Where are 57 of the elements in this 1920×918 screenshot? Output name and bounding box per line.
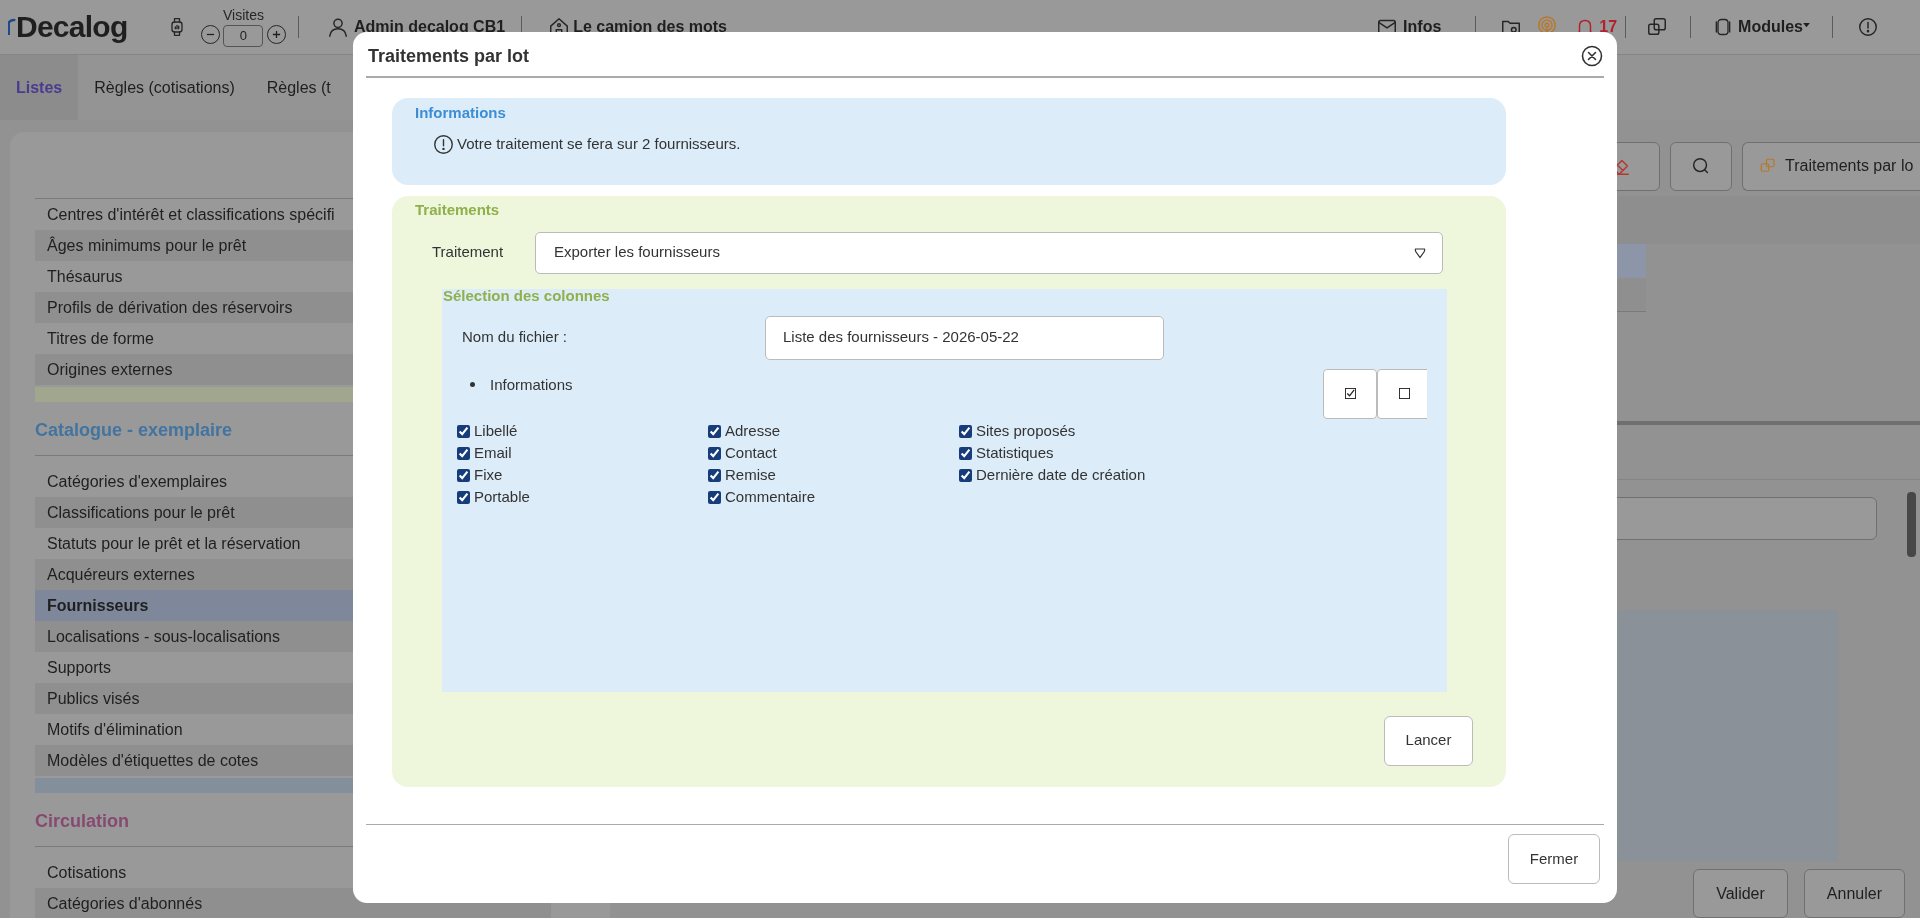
checkbox-label: Remise [725,465,776,486]
checkbox[interactable] [959,447,972,460]
checkbox[interactable] [959,425,972,438]
section-heading: Catalogue - exemplaire [35,419,233,442]
checkbox-label: Email [474,443,512,464]
panel-title: Informations [415,104,506,121]
checkbox-label: Fixe [474,465,503,486]
logo: Decalog [16,12,128,42]
checkbox-label: Libellé [474,421,518,442]
plus-icon [272,29,281,39]
close-icon[interactable] [1580,44,1604,68]
footer-button[interactable]: Annuler [1803,869,1905,918]
checkbox-label: Sites proposés [976,421,1076,442]
checkbox[interactable] [457,491,470,504]
user-icon[interactable] [327,16,349,38]
checkbox[interactable] [708,425,721,438]
check-all-button[interactable] [1323,368,1377,419]
tab[interactable]: Règles (t [250,55,347,120]
checkbox-label: Dernière date de création [976,465,1146,486]
search-button[interactable] [1670,142,1732,191]
bullet-icon [470,382,475,388]
modules-menu[interactable]: Modules [1738,15,1810,39]
checkbox-label: Statistiques [976,443,1054,464]
batch-button[interactable]: Traitements par lo [1742,142,1920,191]
filename-field[interactable]: Liste des fournisseurs - 2026-05-22 [765,315,1164,360]
checkbox[interactable] [708,447,721,460]
checkbox[interactable] [457,425,470,438]
tab[interactable]: Règles (cotisations) [78,55,251,120]
visits-label: Visites [223,7,264,22]
visits-counter[interactable]: 0 [223,24,264,47]
uncheck-all-button[interactable] [1377,368,1427,419]
treatment-select[interactable]: Exporter les fournisseurs [535,231,1443,274]
checkbox-label: Commentaire [725,487,816,508]
empty-box-icon [1398,388,1410,399]
checkbox-label: Adresse [725,421,781,442]
checkbox[interactable] [959,469,972,482]
checked-box-icon [1344,388,1356,399]
info-message: Votre traitement se fera sur 2 fournisseurs. [457,134,741,154]
section-heading: Circulation [35,810,129,833]
checkbox[interactable] [708,469,721,482]
scrollbar-thumb[interactable] [1907,492,1916,557]
field-label: Traitement [432,242,505,263]
checkbox[interactable] [457,469,470,482]
checkbox-label: Contact [725,443,777,464]
close-button[interactable]: Fermer [1508,834,1600,884]
panel-title: Traitements [415,200,501,220]
info-icon[interactable] [1857,16,1879,38]
copy-icon[interactable] [1646,16,1669,38]
run-button[interactable]: Lancer [1384,715,1473,766]
caret-icon [1803,23,1810,28]
dropdown-icon [1414,246,1426,259]
dialog-title: Traitements par lot [368,44,530,68]
checkbox[interactable] [708,491,721,504]
notification-count: 17 [1599,17,1618,37]
footer-button[interactable]: Valider [1693,869,1788,918]
checkbox[interactable] [457,447,470,460]
info-icon[interactable] [433,133,454,155]
